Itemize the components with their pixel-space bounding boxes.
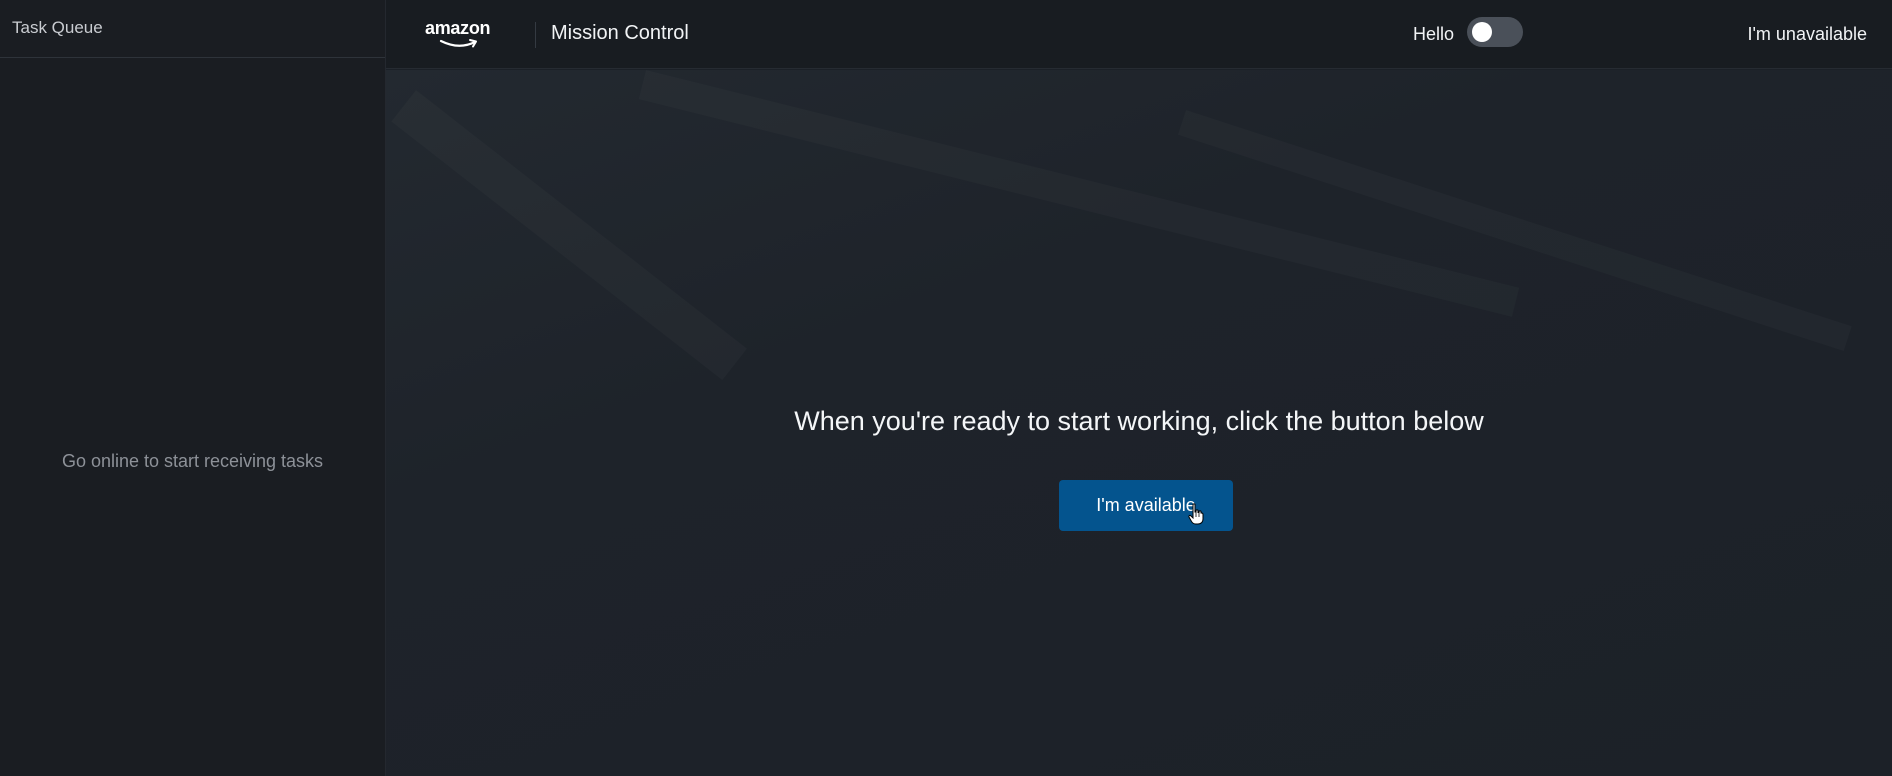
sidebar-empty-message: Go online to start receiving tasks — [61, 451, 324, 471]
amazon-logo: amazon — [425, 18, 497, 52]
main-content: When you're ready to start working, clic… — [386, 70, 1892, 776]
app-title: Mission Control — [551, 22, 689, 44]
header-divider — [535, 22, 536, 48]
top-bar: amazon Mission Control Hello I'm unavail… — [386, 0, 1892, 69]
hand-pointer-cursor-icon — [1188, 503, 1204, 525]
app-window: Task Queue Go online to start receiving … — [0, 0, 1892, 776]
availability-toggle[interactable] — [1467, 17, 1523, 47]
toggle-knob — [1472, 22, 1492, 42]
background-streak — [391, 90, 747, 380]
im-available-button[interactable]: I'm available — [1059, 480, 1233, 531]
task-queue-sidebar: Task Queue Go online to start receiving … — [0, 0, 386, 776]
amazon-smile-icon — [439, 39, 477, 48]
ready-message: When you're ready to start working, clic… — [794, 406, 1484, 436]
sidebar-title: Task Queue — [0, 0, 385, 58]
greeting-text: Hello — [1412, 24, 1454, 44]
availability-status-label: I'm unavailable — [1747, 24, 1867, 44]
logo-text: amazon — [425, 18, 491, 38]
